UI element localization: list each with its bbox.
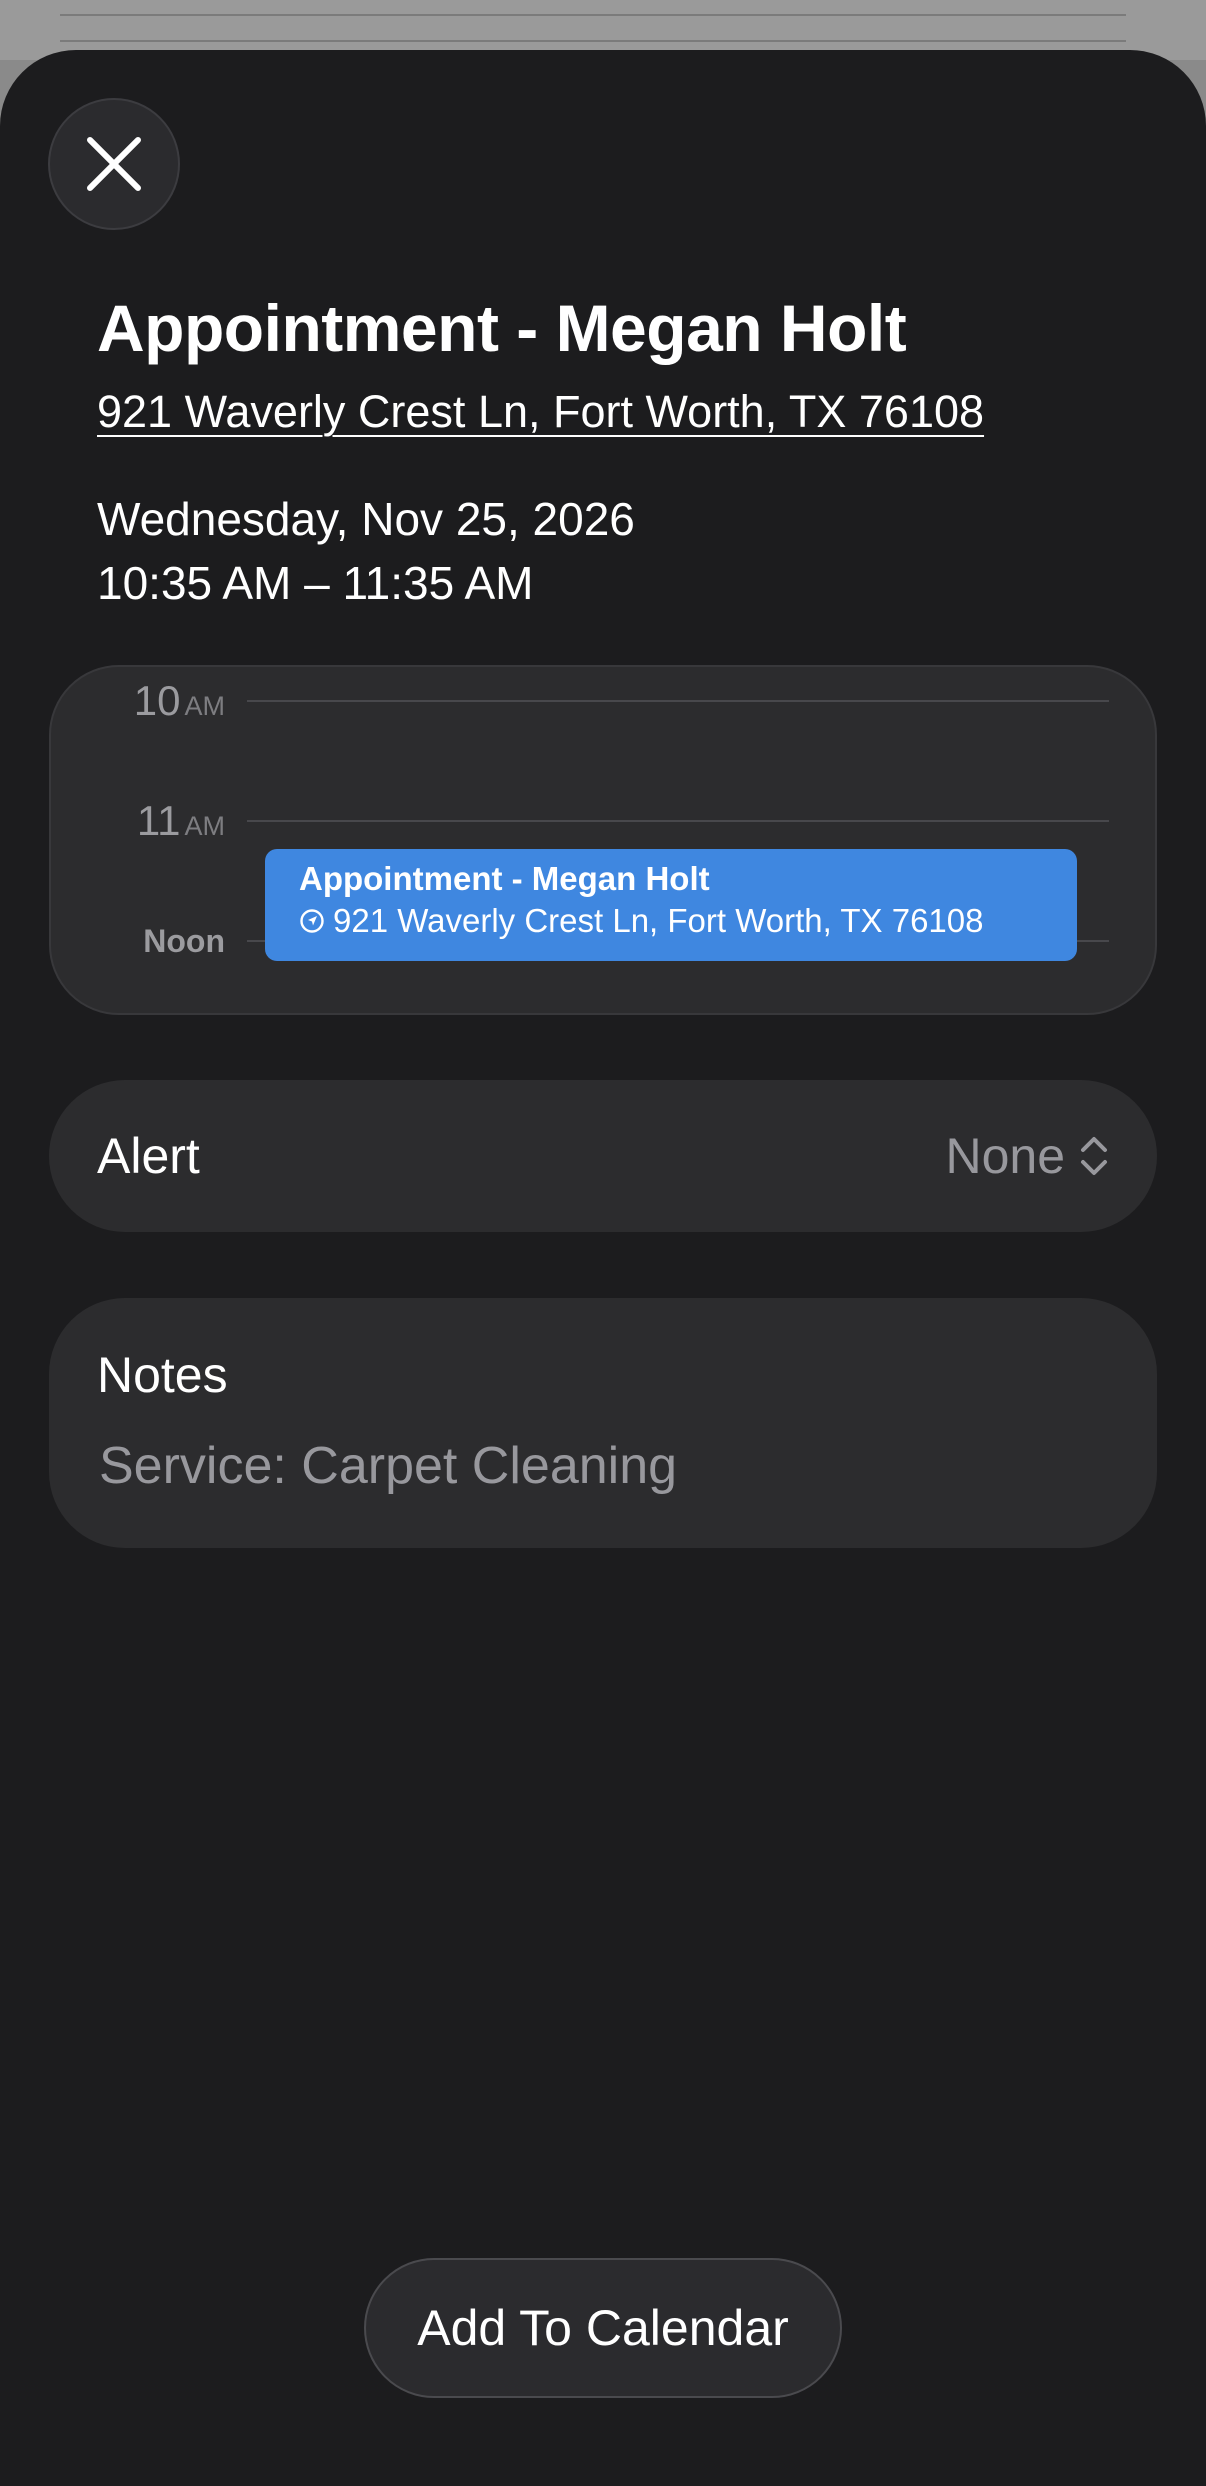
timeline-event-block: Appointment - Megan Holt 921 Waverly Cre… <box>265 849 1077 961</box>
add-to-calendar-button[interactable]: Add To Calendar <box>364 2258 842 2398</box>
close-button[interactable] <box>48 98 180 230</box>
alert-value: None <box>945 1128 1065 1184</box>
background-divider <box>60 40 1126 42</box>
event-time-range: 10:35 AM – 11:35 AM <box>97 557 534 609</box>
event-date: Wednesday, Nov 25, 2026 <box>97 493 635 545</box>
day-timeline-preview: 10 AM 11 AM Noon Appointment - Megan Holt <box>49 665 1157 1015</box>
hour-row-10am: 10 AM <box>51 671 1155 731</box>
chevron-up-down-icon <box>1081 1137 1107 1175</box>
timeline-event-title: Appointment - Megan Holt <box>299 860 710 897</box>
hour-gridline <box>247 700 1109 702</box>
alert-picker[interactable]: None <box>945 1080 1109 1232</box>
hour-row-11am: 11 AM <box>51 791 1155 851</box>
notes-label: Notes <box>97 1347 228 1403</box>
hour-gridline <box>247 820 1109 822</box>
location-arrow-icon <box>300 909 324 933</box>
alert-row[interactable]: Alert None <box>49 1080 1157 1232</box>
background-divider <box>60 14 1126 16</box>
event-sheet: Appointment - Megan Holt 921 Waverly Cre… <box>0 50 1206 2486</box>
notes-section: Notes Service: Carpet Cleaning <box>49 1298 1157 1548</box>
hour-label: Noon <box>143 923 225 959</box>
event-address-link[interactable]: 921 Waverly Crest Ln, Fort Worth, TX 761… <box>97 386 984 438</box>
hour-label: 11 AM <box>136 797 225 844</box>
notes-text: Service: Carpet Cleaning <box>99 1437 678 1495</box>
alert-label: Alert <box>97 1128 200 1184</box>
add-to-calendar-label: Add To Calendar <box>417 2300 789 2356</box>
event-title: Appointment - Megan Holt <box>97 291 907 365</box>
timeline-event-address: 921 Waverly Crest Ln, Fort Worth, TX 761… <box>299 899 1077 943</box>
close-icon <box>87 137 141 191</box>
hour-label: 10 AM <box>133 677 225 724</box>
